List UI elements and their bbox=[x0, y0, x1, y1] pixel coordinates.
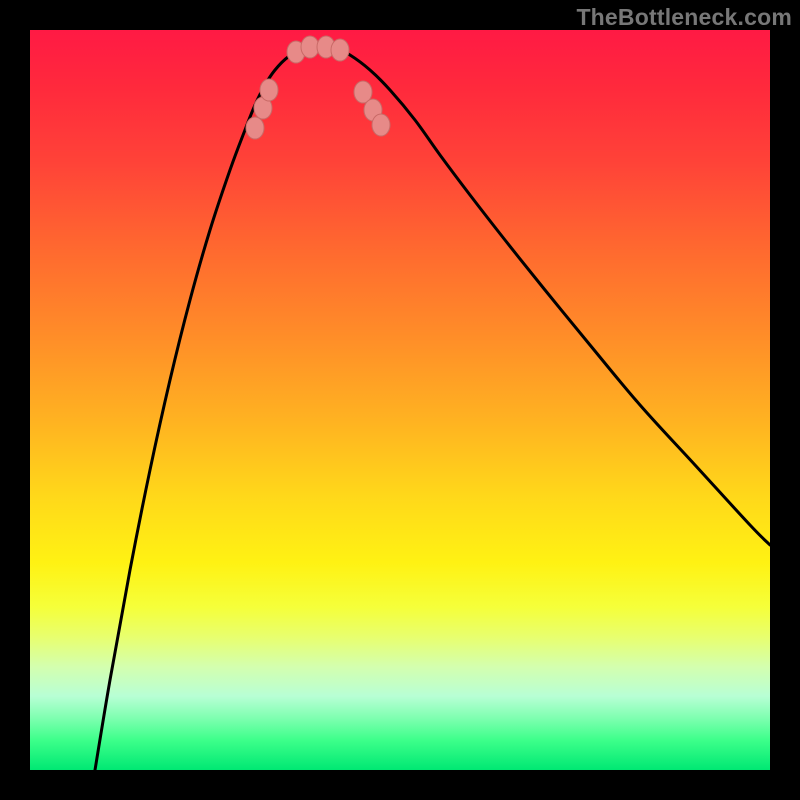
valley-bottom-marker-2 bbox=[301, 36, 319, 58]
right-ascent-marker-3 bbox=[372, 114, 390, 136]
plot-area bbox=[30, 30, 770, 770]
left-descent-marker-1 bbox=[246, 117, 264, 139]
brand-watermark: TheBottleneck.com bbox=[576, 4, 792, 31]
left-descent-marker-3 bbox=[260, 79, 278, 101]
valley-bottom-marker-4 bbox=[331, 39, 349, 61]
chart-svg bbox=[30, 30, 770, 770]
bottleneck-curve bbox=[95, 47, 770, 770]
chart-frame: TheBottleneck.com bbox=[0, 0, 800, 800]
